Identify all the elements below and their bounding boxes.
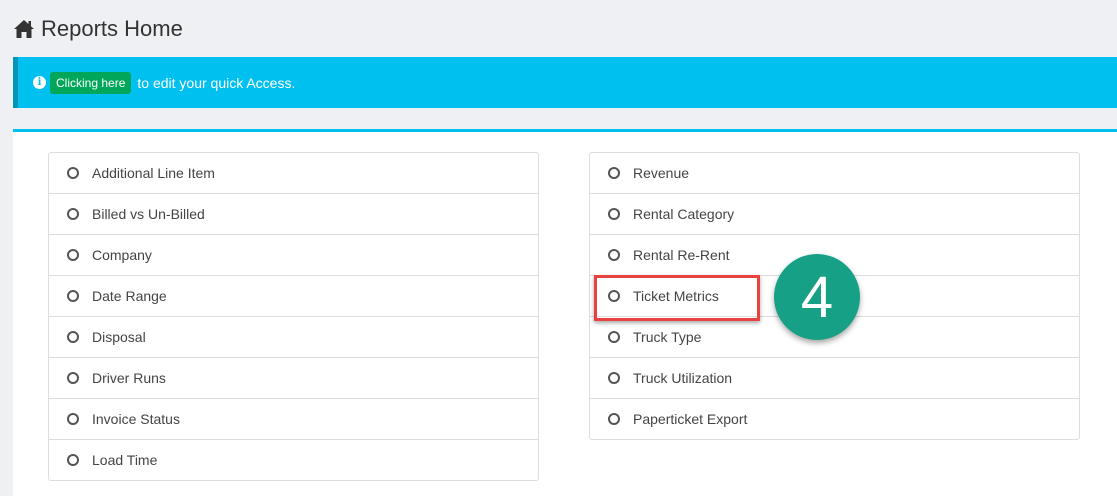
report-label: Additional Line Item <box>92 165 215 181</box>
report-label: Load Time <box>92 452 158 468</box>
home-icon <box>13 19 35 39</box>
report-item-paperticket-export[interactable]: Paperticket Export <box>590 399 1079 439</box>
report-label: Disposal <box>92 329 146 345</box>
alert-text: to edit your quick Access. <box>137 74 296 91</box>
circle-icon <box>67 167 79 179</box>
circle-icon <box>67 290 79 302</box>
report-label: Truck Utilization <box>633 370 733 386</box>
report-item-disposal[interactable]: Disposal <box>49 317 538 358</box>
reports-list-left: Additional Line Item Billed vs Un-Billed… <box>48 152 539 481</box>
report-label: Rental Re-Rent <box>633 247 730 263</box>
circle-icon <box>67 454 79 466</box>
report-label: Billed vs Un-Billed <box>92 206 205 222</box>
report-label: Invoice Status <box>92 411 180 427</box>
report-item-rental-category[interactable]: Rental Category <box>590 194 1079 235</box>
report-label: Truck Type <box>633 329 702 345</box>
report-item-truck-utilization[interactable]: Truck Utilization <box>590 358 1079 399</box>
report-item-load-time[interactable]: Load Time <box>49 440 538 480</box>
report-item-billed-vs-un-billed[interactable]: Billed vs Un-Billed <box>49 194 538 235</box>
report-label: Rental Category <box>633 206 735 222</box>
report-label: Paperticket Export <box>633 411 748 427</box>
report-item-date-range[interactable]: Date Range <box>49 276 538 317</box>
page-title: Reports Home <box>13 13 183 45</box>
report-item-additional-line-item[interactable]: Additional Line Item <box>49 153 538 194</box>
circle-icon <box>608 167 620 179</box>
circle-icon <box>67 208 79 220</box>
circle-icon <box>67 249 79 261</box>
circle-icon <box>608 208 620 220</box>
report-label: Driver Runs <box>92 370 166 386</box>
report-item-driver-runs[interactable]: Driver Runs <box>49 358 538 399</box>
report-label: Revenue <box>633 165 690 181</box>
report-item-company[interactable]: Company <box>49 235 538 276</box>
circle-icon <box>67 331 79 343</box>
page-title-text: Reports Home <box>41 16 183 41</box>
circle-icon <box>67 413 79 425</box>
ticket-metrics-highlight-box <box>594 275 760 321</box>
report-label: Company <box>92 247 152 263</box>
report-item-invoice-status[interactable]: Invoice Status <box>49 399 538 440</box>
quick-access-alert: i Clicking here to edit your quick Acces… <box>13 57 1117 108</box>
circle-icon <box>608 372 620 384</box>
circle-icon <box>608 249 620 261</box>
circle-icon <box>608 331 620 343</box>
circle-icon <box>67 372 79 384</box>
info-icon: i <box>33 76 46 89</box>
clicking-here-button[interactable]: Clicking here <box>50 71 132 94</box>
circle-icon <box>608 413 620 425</box>
step-number-badge: 4 <box>774 254 860 340</box>
report-item-revenue[interactable]: Revenue <box>590 153 1079 194</box>
report-label: Date Range <box>92 288 167 304</box>
